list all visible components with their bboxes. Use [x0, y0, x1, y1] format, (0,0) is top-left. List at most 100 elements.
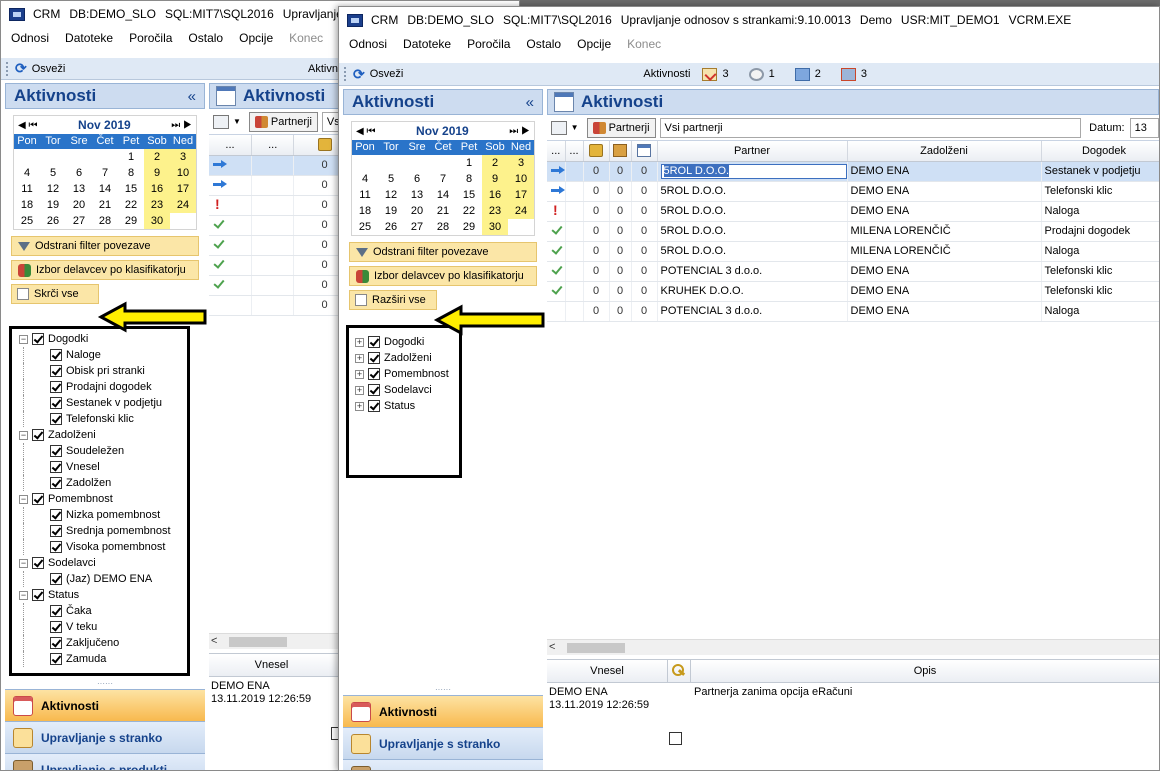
- tree-checkbox[interactable]: [50, 445, 62, 457]
- tree-node[interactable]: − Sodelavci: [19, 555, 187, 571]
- tree-checkbox[interactable]: [50, 461, 62, 473]
- tree-node[interactable]: − Pomembnost: [19, 491, 187, 507]
- collapse-pane-icon[interactable]: «: [188, 88, 196, 105]
- collapse-node-icon[interactable]: −: [19, 430, 28, 440]
- nav-splitter[interactable]: ······: [343, 686, 543, 695]
- nav-button[interactable]: Upravljanje s produkti: [343, 759, 543, 770]
- partners-button[interactable]: Partnerji: [248, 111, 318, 132]
- expand-node-icon[interactable]: +: [355, 353, 364, 363]
- table-row[interactable]: 0 0 0 5ROL D.O.O. DEMO ENA Sestanek v podjetj…: [547, 161, 1159, 182]
- toolbar-counter[interactable]: 2: [794, 67, 821, 81]
- refresh-button[interactable]: Osveži: [370, 68, 404, 80]
- tree-node[interactable]: Soudeležen: [19, 443, 187, 459]
- calendar-day[interactable]: 8: [118, 165, 144, 181]
- menu-poročila[interactable]: Poročila: [467, 37, 510, 51]
- collapse-node-icon[interactable]: −: [19, 590, 28, 600]
- tree-checkbox[interactable]: [368, 384, 380, 396]
- toolbar-grip[interactable]: [6, 61, 10, 76]
- calendar-day[interactable]: 30: [482, 219, 508, 235]
- tree-node[interactable]: Čaka: [19, 603, 187, 619]
- column-header[interactable]: ...: [251, 135, 295, 156]
- calendar-day[interactable]: 7: [92, 165, 118, 181]
- column-header[interactable]: Partner: [657, 141, 848, 162]
- calendar-day[interactable]: 9: [144, 165, 170, 181]
- nav-button[interactable]: Upravljanje s stranko: [343, 727, 543, 759]
- calendar-day[interactable]: 3: [508, 155, 534, 171]
- tree-node[interactable]: Obisk pri stranki: [19, 363, 187, 379]
- tree-node[interactable]: Vnesel: [19, 459, 187, 475]
- partner-filter-input[interactable]: Vsi partnerji: [659, 117, 1082, 138]
- calendar-day[interactable]: 21: [430, 203, 456, 219]
- remove-filter-button[interactable]: Odstrani filter povezave: [349, 242, 537, 262]
- collapse-node-icon[interactable]: −: [19, 494, 28, 504]
- column-header[interactable]: Zadolženi: [847, 141, 1042, 162]
- detail-checkbox[interactable]: [669, 732, 682, 745]
- calendar-day[interactable]: 16: [482, 187, 508, 203]
- calendar-day[interactable]: 3: [170, 149, 196, 165]
- chevron-down-icon[interactable]: ▼: [571, 123, 579, 132]
- tree-checkbox[interactable]: [50, 525, 62, 537]
- tree-checkbox[interactable]: [32, 557, 44, 569]
- horizontal-scrollbar[interactable]: <: [547, 639, 1159, 655]
- calendar-day[interactable]: 27: [404, 219, 430, 235]
- calendar-day[interactable]: 20: [404, 203, 430, 219]
- calendar-day[interactable]: 10: [170, 165, 196, 181]
- calendar-day[interactable]: 6: [404, 171, 430, 187]
- select-workers-button[interactable]: Izbor delavcev po klasifikatorju: [349, 266, 537, 286]
- nav-button[interactable]: Aktivnosti: [343, 695, 543, 727]
- partner-cell[interactable]: 5ROL D.O.O.: [657, 161, 848, 182]
- calendar-day[interactable]: 15: [456, 187, 482, 203]
- calendar-day[interactable]: 5: [40, 165, 66, 181]
- tree-node[interactable]: Srednja pomembnost: [19, 523, 187, 539]
- tree-node[interactable]: + Pomembnost: [355, 366, 459, 382]
- tree-node[interactable]: − Zadolženi: [19, 427, 187, 443]
- table-row[interactable]: 0 0 0 5ROL D.O.O. DEMO ENA Telefonski klic: [547, 181, 1159, 202]
- column-header[interactable]: Dogodek: [1041, 141, 1159, 162]
- chevron-down-icon[interactable]: ▼: [233, 117, 241, 126]
- table-row[interactable]: 0 0 0 POTENCIAL 3 d.o.o. DEMO ENA Telefonski …: [547, 261, 1159, 282]
- nav-button[interactable]: Upravljanje s produkti: [5, 753, 205, 770]
- partners-button[interactable]: Partnerji: [586, 117, 656, 138]
- calendar-day[interactable]: 19: [40, 197, 66, 213]
- calendar-day[interactable]: 23: [144, 197, 170, 213]
- tree-node[interactable]: + Status: [355, 398, 459, 414]
- calendar-day[interactable]: 4: [352, 171, 378, 187]
- scroll-thumb[interactable]: [567, 643, 625, 653]
- view-icon[interactable]: [551, 120, 567, 135]
- tree-checkbox[interactable]: [368, 352, 380, 364]
- menu-odnosi[interactable]: Odnosi: [349, 37, 387, 51]
- partner-cell[interactable]: POTENCIAL 3 d.o.o.: [657, 261, 848, 282]
- tree-checkbox[interactable]: [50, 365, 62, 377]
- tree-checkbox[interactable]: [32, 429, 44, 441]
- calendar-day[interactable]: 17: [508, 187, 534, 203]
- prev-year-icon[interactable]: ◀ ⏮: [18, 120, 37, 131]
- nav-button[interactable]: Upravljanje s stranko: [5, 721, 205, 753]
- calendar-day[interactable]: 10: [508, 171, 534, 187]
- tree-checkbox[interactable]: [50, 621, 62, 633]
- refresh-button[interactable]: Osveži: [32, 63, 66, 75]
- calendar-day[interactable]: 27: [66, 213, 92, 229]
- calendar-day[interactable]: 16: [144, 181, 170, 197]
- calendar-day[interactable]: 24: [508, 203, 534, 219]
- calendar-day[interactable]: 6: [66, 165, 92, 181]
- menu-poročila[interactable]: Poročila: [129, 31, 172, 45]
- menu-ostalo[interactable]: Ostalo: [526, 37, 561, 51]
- collapse-node-icon[interactable]: −: [19, 558, 28, 568]
- expand-node-icon[interactable]: +: [355, 337, 364, 347]
- tree-node[interactable]: Zaključeno: [19, 635, 187, 651]
- calendar-day[interactable]: 29: [118, 213, 144, 229]
- calendar-day[interactable]: 1: [456, 155, 482, 171]
- tree-node[interactable]: Zadolžen: [19, 475, 187, 491]
- tree-checkbox[interactable]: [368, 368, 380, 380]
- expand-node-icon[interactable]: +: [355, 369, 364, 379]
- tree-node[interactable]: Naloge: [19, 347, 187, 363]
- collapse-node-icon[interactable]: −: [19, 334, 28, 344]
- expand-all-button[interactable]: Razširi vse: [349, 290, 437, 310]
- column-header[interactable]: ...: [209, 135, 252, 156]
- column-header[interactable]: ...: [547, 141, 566, 162]
- tree-checkbox[interactable]: [50, 573, 62, 585]
- toolbar-counter[interactable]: 3: [702, 67, 729, 81]
- calendar-day[interactable]: 17: [170, 181, 196, 197]
- tree-checkbox[interactable]: [50, 605, 62, 617]
- tree-checkbox[interactable]: [368, 400, 380, 412]
